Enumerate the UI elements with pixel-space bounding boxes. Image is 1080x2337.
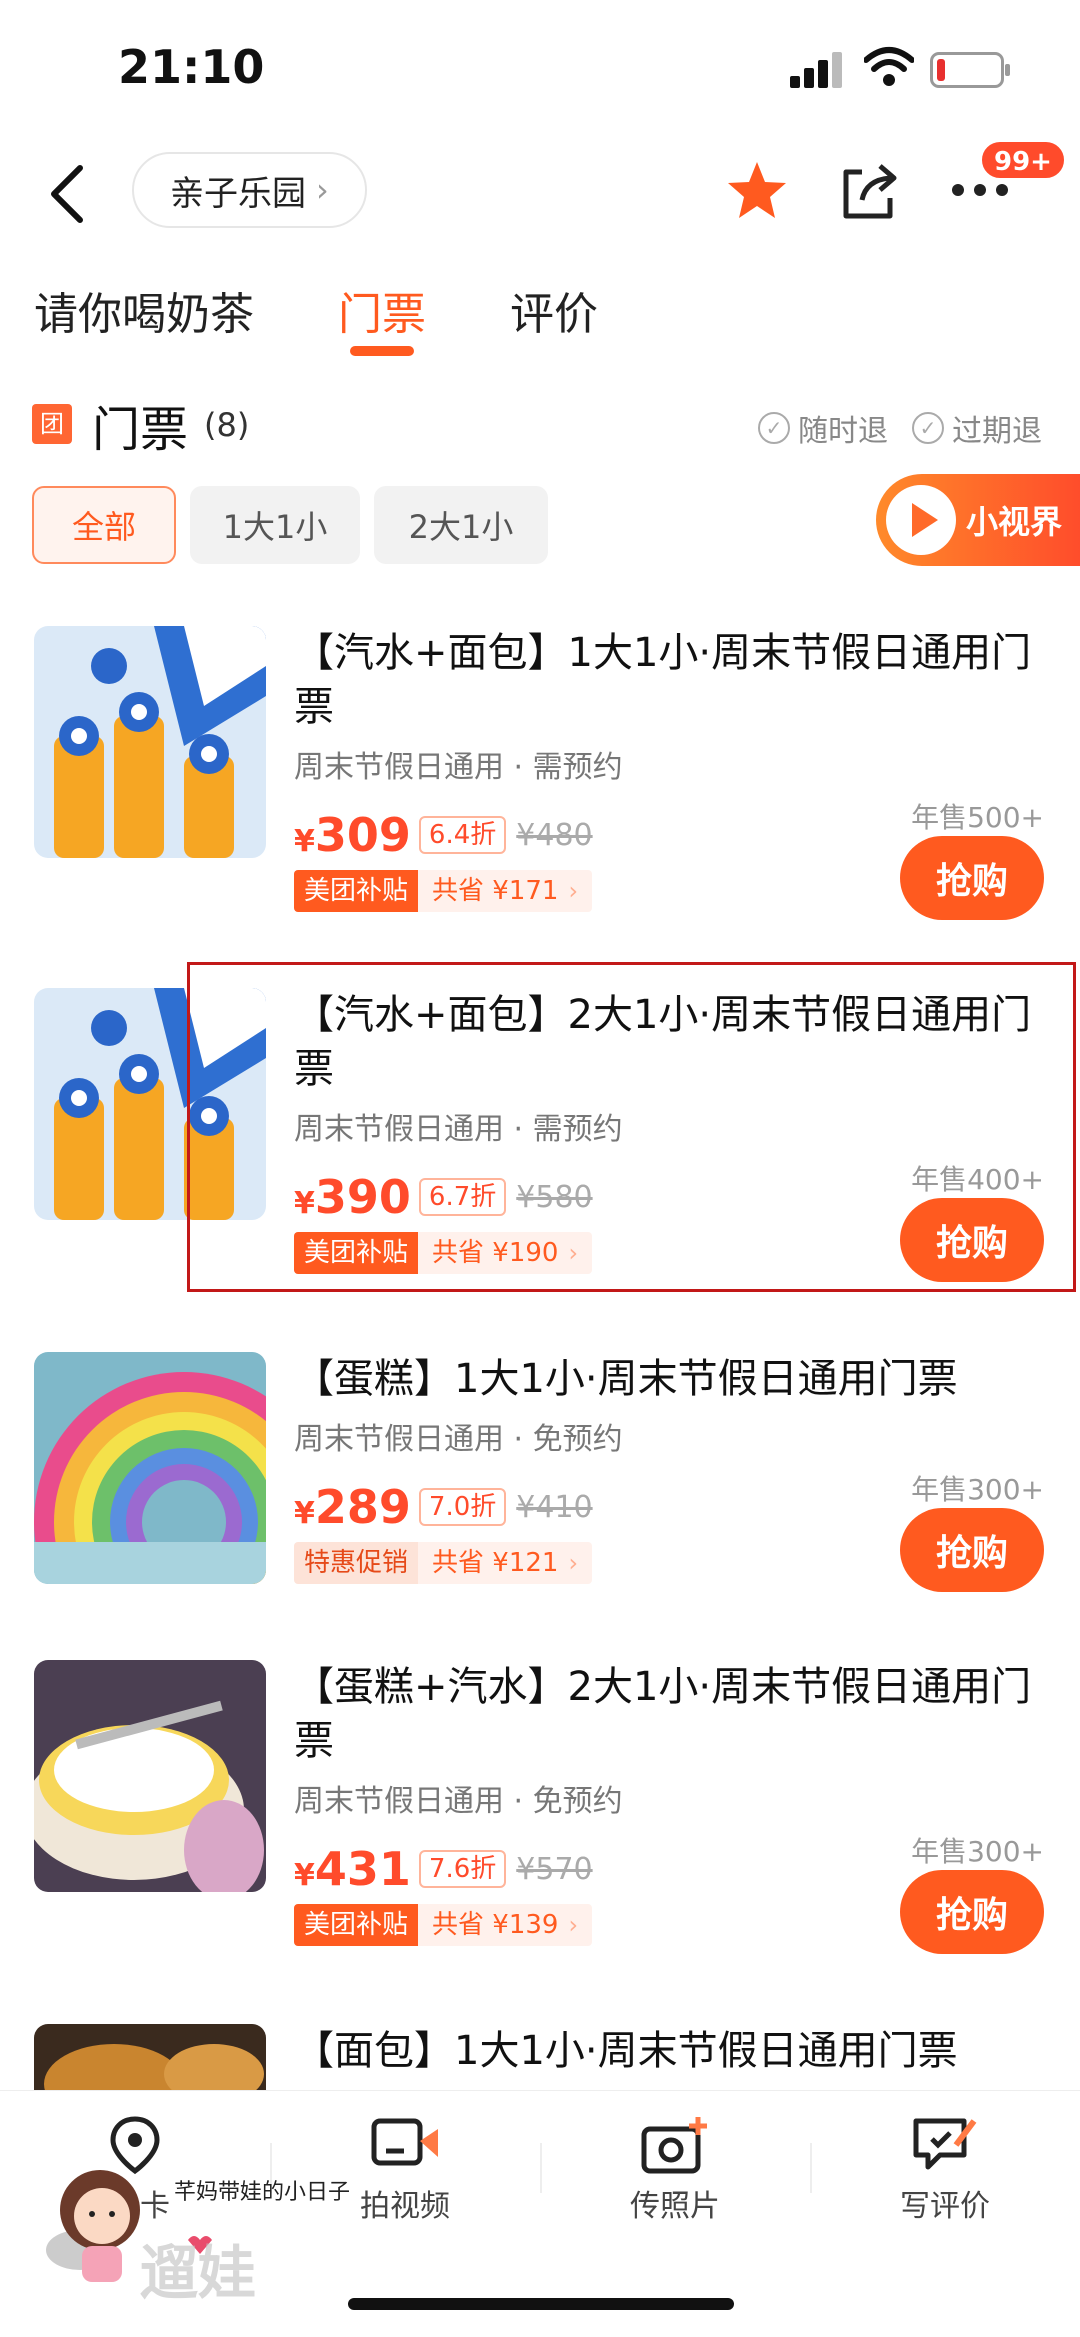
status-time: 21:10 [118,40,265,94]
product-title: 【蛋糕+汽水】2大1小·周末节假日通用门票 [294,1664,1032,1764]
product-subtitle: 周末节假日通用 · 需预约 [294,750,623,785]
currency-symbol: ¥ [294,1858,315,1893]
policy-refund-anytime: ✓ 随时退 [758,406,888,450]
annual-sales: 年售300+ [911,1473,1044,1506]
filter-bar: 全部 1大1小 2大1小 小视界 [0,474,1080,566]
chevron-right-icon: › [568,1549,579,1577]
price-row: ¥ 289 7.0折 ¥410 [294,1480,593,1534]
tab-bar: 请你喝奶茶 门票 评价 [0,270,1080,370]
product-image-rainbow-cake [34,1352,266,1584]
filter-1adult-1child[interactable]: 1大1小 [190,486,360,564]
promo-tag[interactable]: 特惠促销 共省 ¥121 › [294,1542,593,1584]
review-icon [913,2118,977,2170]
product-item[interactable]: 【蛋糕】1大1小·周末节假日通用门票 周末节假日通用 · 免预约 ¥ 289 7… [0,1352,1080,1652]
nav-bar: 亲子乐园 › 99+ [0,140,1080,250]
product-title: 【汽水+面包】1大1小·周末节假日通用门票 [294,630,1032,730]
breadcrumb[interactable]: 亲子乐园 › [132,152,367,228]
annual-sales: 年售500+ [911,801,1044,834]
product-item[interactable]: 【面包】1大1小·周末节假日通用门票 [0,2024,1080,2094]
watermark-caption: 芊妈带娃的小日子 [174,2180,351,2205]
discount-label: 6.4折 [418,816,507,854]
subsidy-label: 美团补贴 [294,1904,419,1946]
savings-label: 共省 ¥171 › [418,870,593,912]
subsidy-tag[interactable]: 美团补贴 共省 ¥139 › [294,1904,593,1946]
product-price: 309 [314,808,411,862]
tab-milk-tea[interactable]: 请你喝奶茶 [34,278,254,342]
section-header: 团 门票 (8) ✓ 随时退 ✓ 过期退 [0,390,1080,460]
battery-icon [930,52,1010,88]
back-arrow-icon[interactable] [40,162,100,226]
currency-symbol: ¥ [294,824,315,859]
chevron-right-icon: › [316,171,329,209]
buy-button[interactable]: 抢购 [900,836,1044,920]
product-subtitle: 周末节假日通用 · 免预约 [294,1784,623,1819]
share-icon[interactable] [836,158,902,224]
product-image-soda [34,626,266,858]
product-title: 【蛋糕】1大1小·周末节假日通用门票 [294,1356,958,1402]
group-buy-icon: 团 [32,404,72,444]
original-price: ¥570 [516,1851,593,1887]
section-title: 门票 [92,402,189,458]
filter-all[interactable]: 全部 [32,486,176,564]
annual-sales: 年售300+ [911,1835,1044,1868]
product-image-cream-cake [34,1660,266,1892]
price-row: ¥ 309 6.4折 ¥480 [294,808,593,862]
savings-label: 共省 ¥121 › [418,1542,593,1584]
video-world-button[interactable]: 小视界 [876,474,1080,566]
highlight-box [187,962,1076,1292]
home-indicator [348,2298,734,2310]
original-price: ¥480 [516,817,593,853]
product-item[interactable]: 【汽水+面包】1大1小·周末节假日通用门票 周末节假日通用 · 需预约 ¥ 30… [0,626,1080,926]
currency-symbol: ¥ [294,1496,315,1531]
product-title: 【面包】1大1小·周末节假日通用门票 [294,2028,958,2074]
signal-icon [790,50,846,88]
buy-button[interactable]: 抢购 [900,1870,1044,1954]
product-price: 431 [314,1842,411,1896]
product-subtitle: 周末节假日通用 · 免预约 [294,1422,623,1457]
chevron-right-icon: › [568,1911,579,1939]
wifi-icon [864,47,914,86]
savings-label: 共省 ¥139 › [418,1904,593,1946]
camera-plus-icon [641,2117,707,2174]
policy-refund-expired: ✓ 过期退 [912,406,1042,450]
tab-tickets[interactable]: 门票 [338,278,426,342]
product-price: 289 [314,1480,411,1534]
video-world-label: 小视界 [966,503,1063,541]
play-icon [886,485,956,555]
watermark-logo-text: 遛娃 [140,2239,257,2307]
tab-reviews[interactable]: 评价 [510,278,598,342]
write-review-label: 写评价 [900,2189,990,2224]
write-review-button[interactable]: 写评价 [810,2115,1080,2225]
active-tab-underline [350,346,414,356]
filter-2adults-1child[interactable]: 2大1小 [374,486,548,564]
upload-photo-label: 传照片 [630,2189,720,2224]
original-price: ¥410 [516,1489,593,1525]
notification-badge: 99+ [980,140,1066,180]
product-image-bread [34,2024,266,2094]
check-icon: ✓ [912,412,944,444]
check-icon: ✓ [758,412,790,444]
favorite-star-icon[interactable] [724,158,790,224]
breadcrumb-label: 亲子乐园 [170,173,306,214]
upload-photo-button[interactable]: 传照片 [540,2115,810,2225]
chevron-right-icon: › [568,877,579,905]
discount-label: 7.6折 [418,1850,507,1888]
subsidy-tag[interactable]: 美团补贴 共省 ¥171 › [294,870,593,912]
buy-button[interactable]: 抢购 [900,1508,1044,1592]
product-item[interactable]: 【蛋糕+汽水】2大1小·周末节假日通用门票 周末节假日通用 · 免预约 ¥ 43… [0,1660,1080,1960]
subsidy-label: 美团补贴 [294,870,419,912]
status-bar: 21:10 [0,0,1080,140]
discount-label: 7.0折 [418,1488,507,1526]
section-count: (8) [204,406,250,444]
more-dots-icon[interactable] [952,180,1008,200]
promo-label: 特惠促销 [294,1542,419,1584]
price-row: ¥ 431 7.6折 ¥570 [294,1842,593,1896]
